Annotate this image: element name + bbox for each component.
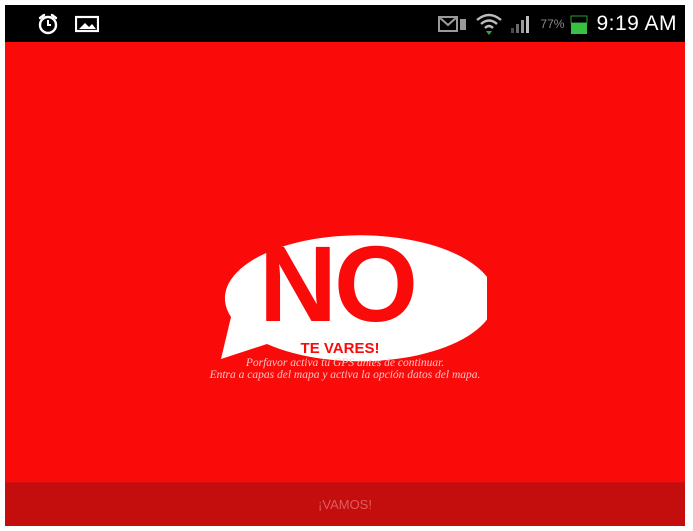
battery-percent: 77% [540, 16, 565, 31]
gps-required-screen: NO TE VARES! Porfavor activa tu GPS ante… [5, 42, 685, 482]
status-bar-right: 77% 9:19 AM [438, 12, 677, 36]
gps-instructions: Porfavor activa tu GPS antes de continua… [5, 357, 685, 381]
vamos-button-label: ¡VAMOS! [318, 497, 372, 512]
battery-icon [570, 13, 588, 35]
status-clock: 9:19 AM [596, 11, 677, 35]
logo-te-vares-text: TE VARES! [301, 340, 380, 357]
wifi-icon [476, 13, 503, 35]
status-bar: 77% 9:19 AM [5, 5, 685, 42]
alarm-clock-icon [37, 13, 59, 35]
image-icon [75, 15, 99, 33]
status-bar-left [37, 13, 99, 35]
phone-screen: 77% 9:19 AM NO TE VARES! Porfavor activa… [5, 5, 685, 526]
signal-icon [510, 14, 532, 34]
gps-instruction-line-2: Entra a capas del mapa y activa la opció… [209, 369, 481, 381]
message-icon [438, 14, 468, 34]
logo-no-text: NO [259, 223, 415, 344]
vamos-button[interactable]: ¡VAMOS! [5, 482, 685, 526]
gps-instruction-line-1: Porfavor activa tu GPS antes de continua… [245, 357, 445, 369]
